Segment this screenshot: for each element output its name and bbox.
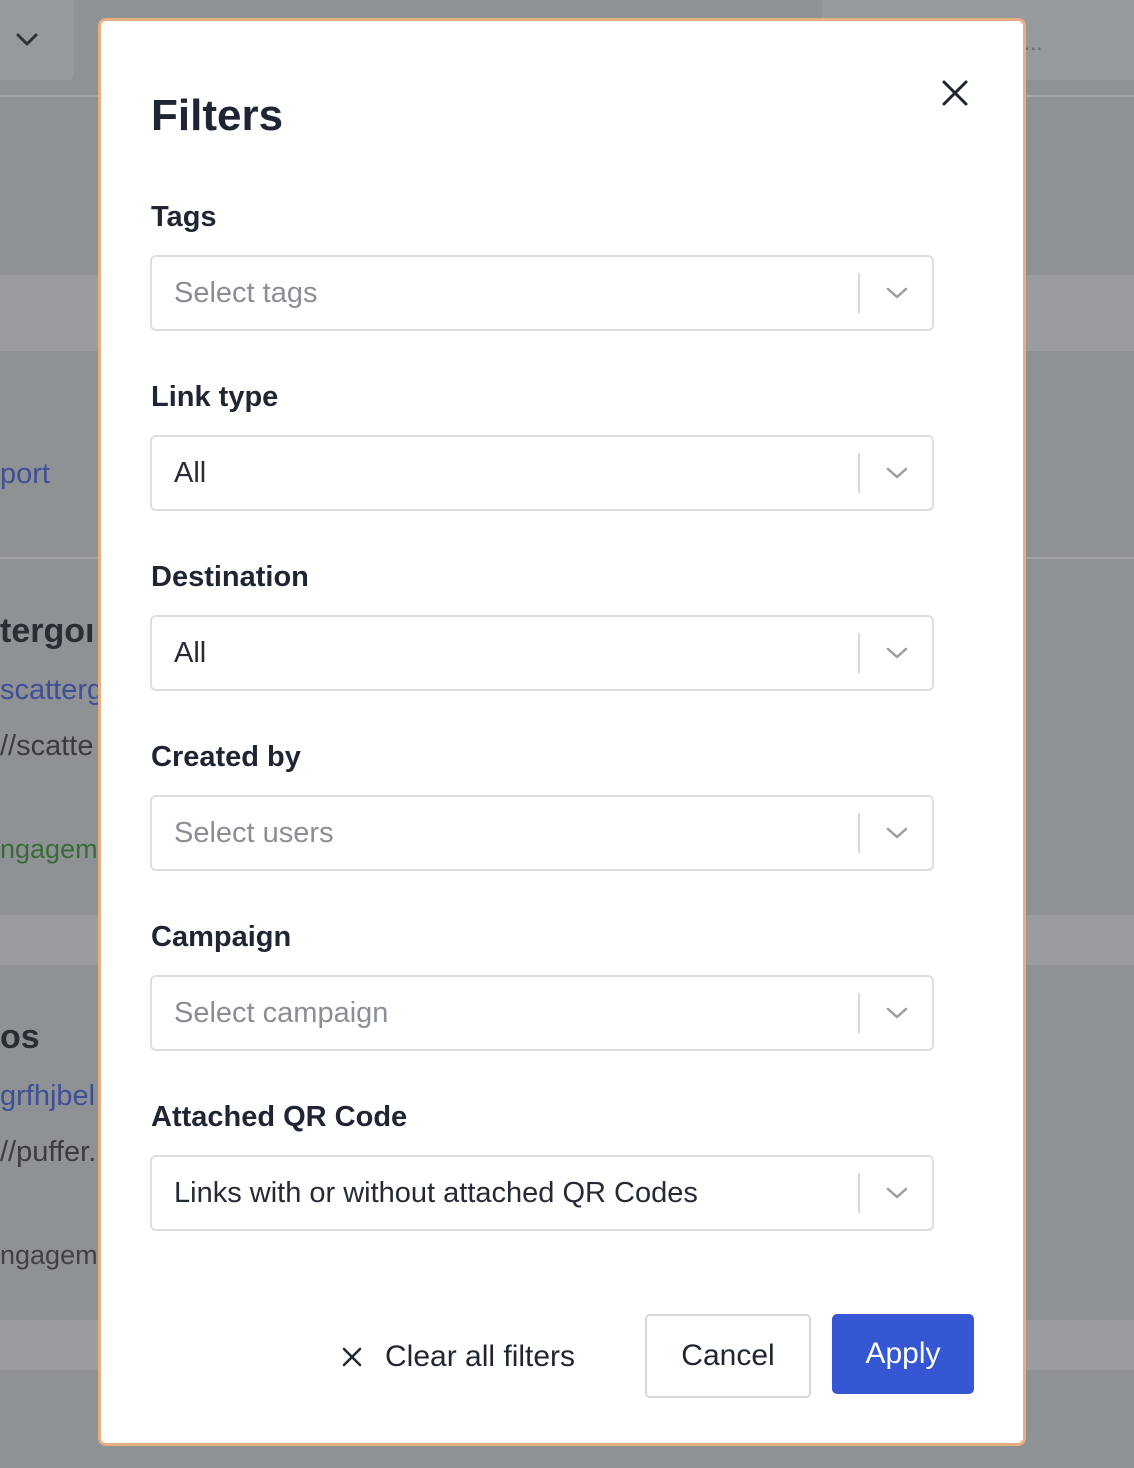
clear-all-filters-label: Clear all filters [385,1340,576,1373]
created-by-select[interactable]: Select users [150,795,934,871]
created-by-select-value: Select users [174,817,334,849]
chevron-down-icon[interactable] [884,823,910,843]
background-ellipsis: ... [1024,30,1043,55]
clear-all-filters-button[interactable]: Clear all filters [341,1317,575,1397]
background-url: //scatte [0,730,94,762]
chevron-down-icon[interactable] [884,463,910,483]
chevron-down-icon[interactable] [884,1183,910,1203]
background-link: grfhjbel [0,1080,96,1112]
cancel-button[interactable]: Cancel [645,1314,811,1398]
background-title: os [0,1018,40,1056]
link-type-select[interactable]: All [150,435,934,511]
filters-modal: Filters Tags Select tags Link type All D… [98,18,1026,1446]
attached-qr-code-select[interactable]: Links with or without attached QR Codes [150,1155,934,1231]
close-icon [342,1347,362,1367]
background-link: scatterg [0,674,104,706]
chevron-down-icon [16,33,38,46]
select-divider [858,993,860,1033]
background-tag: ngagem [0,834,98,864]
campaign-select[interactable]: Select campaign [150,975,934,1051]
link-type-select-value: All [174,457,207,489]
created-by-label: Created by [151,741,301,773]
background-link: port [0,458,50,490]
close-icon [942,80,968,106]
close-button[interactable] [937,75,973,111]
destination-label: Destination [151,561,309,593]
select-divider [858,453,860,493]
destination-select[interactable]: All [150,615,934,691]
apply-button[interactable]: Apply [832,1314,974,1394]
campaign-select-value: Select campaign [174,997,389,1029]
link-type-label: Link type [151,381,279,413]
chevron-down-icon[interactable] [884,643,910,663]
background-tag: ngagem [0,1240,98,1270]
select-divider [858,633,860,673]
attached-qr-code-label: Attached QR Code [151,1101,408,1133]
select-divider [858,1173,860,1213]
modal-title: Filters [151,91,284,140]
background-title: tergoı [0,612,95,650]
select-divider [858,273,860,313]
campaign-label: Campaign [151,921,292,953]
tags-label: Tags [151,201,217,233]
chevron-down-icon[interactable] [884,1003,910,1023]
tags-select[interactable]: Select tags [150,255,934,331]
attached-qr-code-select-value: Links with or without attached QR Codes [174,1177,698,1209]
chevron-down-icon[interactable] [884,283,910,303]
select-divider [858,813,860,853]
background-url: //puffer. [0,1136,97,1168]
background-dropdown-button [0,0,74,80]
tags-select-value: Select tags [174,277,318,309]
destination-select-value: All [174,637,207,669]
